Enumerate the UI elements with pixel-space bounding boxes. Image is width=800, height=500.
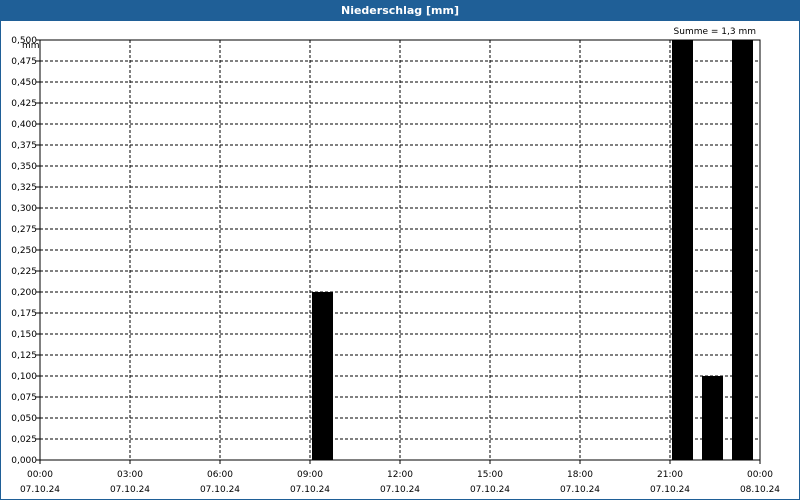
x-tick-date-label: 07.10.24 (20, 485, 60, 495)
x-tick-time-label: 18:00 (567, 470, 593, 480)
y-tick-label: 0,025 (11, 435, 37, 445)
y-tick-label: 0,175 (11, 309, 37, 319)
y-tick-labels: 0,000 0,025 0,050 0,075 0,100 0,125 0,150 0,175… (11, 36, 37, 466)
x-tick-date-label: 07.10.24 (380, 485, 420, 495)
y-tick-label: 0,050 (11, 414, 37, 424)
x-tick-time-label: 03:00 (117, 470, 143, 480)
y-tick-label: 0,150 (11, 330, 37, 340)
x-tick-time-label: 09:00 (297, 470, 323, 480)
precipitation-chart: mm Summe = 1,3 mm 0,0000,0250,0500,0750,… (11, 27, 780, 495)
x-tick-time-label: 06:00 (207, 470, 233, 480)
x-tick-time-label: 21:00 (657, 470, 683, 480)
summary-annotation: Summe = 1,3 mm (674, 27, 756, 37)
y-tick-label: 0,500 (11, 36, 37, 46)
bar (732, 40, 753, 460)
y-tick-label: 0,075 (11, 393, 37, 403)
y-tick-label: 0,225 (11, 267, 37, 277)
bar (312, 292, 333, 460)
y-tick-label: 0,275 (11, 225, 37, 235)
y-tick-label: 0,375 (11, 141, 37, 151)
x-tick-date-label: 07.10.24 (560, 485, 600, 495)
x-tick-date-label: 08.10.24 (740, 485, 780, 495)
x-tick-date-label: 07.10.24 (200, 485, 240, 495)
y-tick-label: 0,100 (11, 372, 37, 382)
grid-lines (36, 39, 761, 464)
x-tick-date-label: 07.10.24 (650, 485, 690, 495)
y-tick-label: 0,350 (11, 162, 37, 172)
bar (702, 376, 723, 460)
y-tick-label: 0,450 (11, 78, 37, 88)
x-tick-time-label: 12:00 (387, 470, 413, 480)
y-tick-label: 0,250 (11, 246, 37, 256)
x-tick-date-label: 07.10.24 (290, 485, 330, 495)
x-tick-time-label: 00:00 (27, 470, 53, 480)
y-tick-label: 0,325 (11, 183, 37, 193)
y-tick-label: 0,200 (11, 288, 37, 298)
x-tick-time-label: 00:00 (747, 470, 773, 480)
x-tick-date-label: 07.10.24 (470, 485, 510, 495)
y-tick-label: 0,475 (11, 57, 37, 67)
x-tick-time-label: 15:00 (477, 470, 503, 480)
x-tick-labels: 00:00 07.10.24 03:00 07.10.24 06:00 07.10.24 0… (20, 470, 780, 495)
y-tick-label: 0,400 (11, 120, 37, 130)
y-tick-label: 0,125 (11, 351, 37, 361)
y-tick-label: 0,300 (11, 204, 37, 214)
x-tick-date-label: 07.10.24 (110, 485, 150, 495)
y-tick-label: 0,000 (11, 456, 37, 466)
y-tick-label: 0,425 (11, 99, 37, 109)
bar (672, 40, 693, 460)
